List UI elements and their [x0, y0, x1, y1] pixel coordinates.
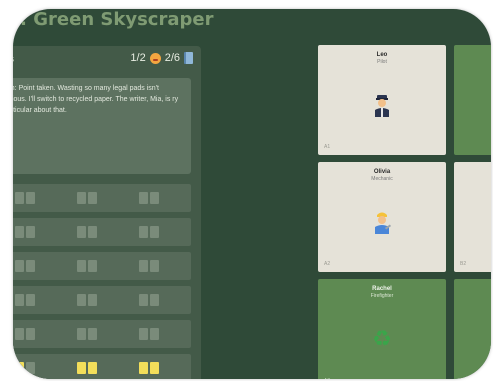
lit-window: [88, 362, 97, 374]
dark-window: [26, 192, 35, 204]
dark-window: [139, 192, 148, 204]
character-card-leo[interactable]: Leo Pilot A1: [318, 45, 446, 155]
message-text: oah: Point taken. Wasting so many legal …: [13, 85, 179, 114]
floor-row[interactable]: [13, 184, 191, 212]
floor-row[interactable]: [13, 320, 191, 348]
dark-window: [139, 294, 148, 306]
pilot-icon: [375, 95, 389, 117]
dark-window: [26, 294, 35, 306]
dark-window: [15, 226, 24, 238]
card-name: Rachel: [372, 286, 392, 292]
dark-window: [26, 226, 35, 238]
dark-window: [15, 328, 24, 340]
lit-window: [15, 362, 24, 374]
character-card-rachel[interactable]: Rachel Firefighter ♻ A3: [318, 279, 446, 379]
dark-window: [88, 226, 97, 238]
dark-window: [77, 260, 86, 272]
dark-window: [150, 226, 159, 238]
dark-window: [150, 260, 159, 272]
dark-window: [88, 260, 97, 272]
dark-window: [150, 328, 159, 340]
dark-window: [26, 362, 35, 374]
lit-window: [150, 362, 159, 374]
card-slot: A1: [324, 144, 331, 150]
dark-window: [15, 192, 24, 204]
dark-window: [88, 328, 97, 340]
floor-row[interactable]: [13, 354, 191, 379]
card-slot: B2: [460, 261, 467, 267]
dark-window: [15, 294, 24, 306]
lit-window: [77, 362, 86, 374]
character-card-olivia[interactable]: Olivia Mechanic A2: [318, 162, 446, 272]
card-role: Firefighter: [370, 293, 394, 299]
lit-window: [139, 362, 148, 374]
floor-row[interactable]: [13, 218, 191, 246]
count-b: 2/6: [164, 52, 180, 64]
recycle-card-1[interactable]: ♻: [454, 45, 491, 155]
card-role: Mechanic: [371, 176, 393, 182]
dark-window: [26, 328, 35, 340]
notes-panel: es 1/2 2/6 oah: Point taken. Wasting so …: [13, 46, 201, 379]
dark-window: [26, 260, 35, 272]
card-slot: A3: [324, 378, 330, 379]
bookmark-icon[interactable]: [184, 52, 193, 64]
dark-window: [150, 192, 159, 204]
floor-row[interactable]: [13, 252, 191, 280]
dark-window: [77, 192, 86, 204]
dark-window: [77, 294, 86, 306]
notes-panel-label: es: [13, 54, 14, 65]
card-role: Pilot: [377, 59, 387, 65]
notes-panel-header: es 1/2 2/6: [13, 46, 201, 74]
dark-window: [88, 294, 97, 306]
dark-window: [77, 328, 86, 340]
mechanic-icon: [375, 212, 392, 234]
empty-card[interactable]: B2: [454, 162, 491, 272]
panel-stats: 1/2 2/6: [130, 52, 193, 64]
count-a: 1/2: [130, 52, 146, 64]
dark-window: [139, 226, 148, 238]
dark-window: [77, 226, 86, 238]
dark-window: [88, 192, 97, 204]
game-frame: n: Green Skyscraper es 1/2 2/6 oah: Poin…: [13, 9, 491, 379]
card-name: Olivia: [373, 169, 391, 175]
card-slot: A2: [324, 261, 331, 267]
dark-window: [150, 294, 159, 306]
green-card-empty[interactable]: [454, 279, 491, 379]
card-name: Leo: [376, 52, 388, 58]
dark-window: [15, 260, 24, 272]
dark-window: [139, 328, 148, 340]
floor-row[interactable]: [13, 286, 191, 314]
dark-window: [139, 260, 148, 272]
frowning-face-icon: [149, 52, 161, 64]
message-box: oah: Point taken. Wasting so many legal …: [13, 78, 191, 174]
game-title: n: Green Skyscraper: [13, 9, 214, 30]
recycle-icon: ♻: [372, 327, 392, 352]
